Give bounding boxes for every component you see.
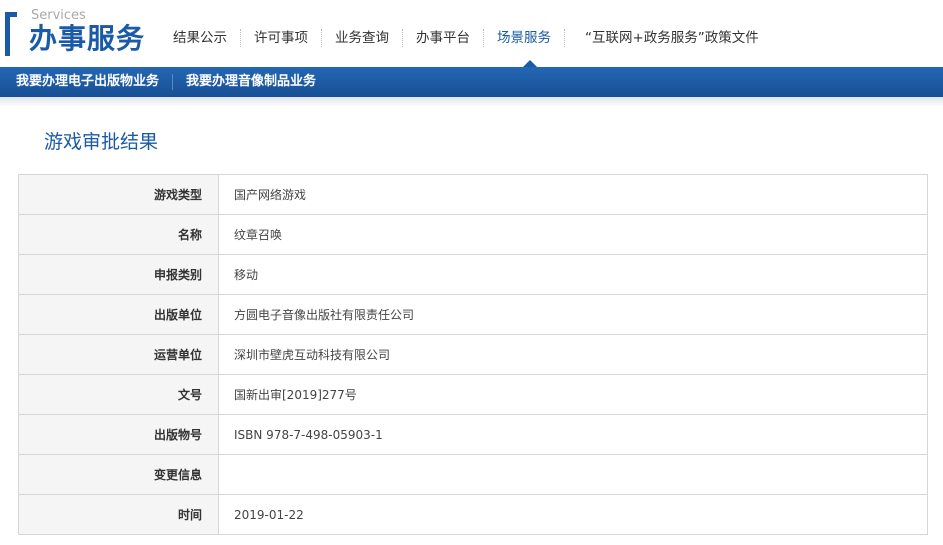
subbar-shadow	[0, 97, 943, 107]
row-label: 名称	[18, 214, 219, 255]
row-value: 方圆电子音像出版社有限责任公司	[218, 294, 928, 335]
main-nav: 结果公示 许可事项 业务查询 办事平台 场景服务 “互联网+政务服务”政策文件	[160, 27, 759, 49]
row-value: 2019-01-22	[218, 494, 928, 535]
nav-item-platform[interactable]: 办事平台	[403, 27, 483, 49]
subnav-electronic[interactable]: 我要办理电子出版物业务	[3, 67, 172, 97]
approval-details-table: 游戏类型 国产网络游戏 名称 纹章召唤 申报类别 移动 出版单位 方圆电子音像出版社有限责任公…	[18, 174, 928, 535]
row-label: 变更信息	[18, 454, 219, 495]
row-label: 出版物号	[18, 414, 219, 455]
row-label: 运营单位	[18, 334, 219, 375]
table-row: 时间 2019-01-22	[18, 494, 928, 535]
logo-bracket-icon	[5, 12, 17, 56]
page-title: 游戏审批结果	[44, 131, 159, 153]
nav-item-scenario[interactable]: 场景服务	[484, 27, 564, 49]
row-value: 国新出审[2019]277号	[218, 374, 928, 415]
row-label: 文号	[18, 374, 219, 415]
row-value: 移动	[218, 254, 928, 295]
site-header: Services 办事服务 结果公示 许可事项 业务查询 办事平台 场景服务 “…	[0, 0, 943, 68]
table-row: 变更信息	[18, 454, 928, 495]
subnav-audio-video[interactable]: 我要办理音像制品业务	[173, 67, 329, 97]
nav-item-query[interactable]: 业务查询	[322, 27, 402, 49]
row-value	[218, 454, 928, 495]
nav-item-licenses[interactable]: 许可事项	[241, 27, 321, 49]
nav-item-results[interactable]: 结果公示	[160, 27, 240, 49]
row-label: 游戏类型	[18, 174, 219, 215]
nav-divider	[564, 29, 565, 47]
table-row: 游戏类型 国产网络游戏	[18, 174, 928, 215]
table-row: 出版物号 ISBN 978-7-498-05903-1	[18, 414, 928, 455]
table-row: 申报类别 移动	[18, 254, 928, 295]
table-row: 文号 国新出审[2019]277号	[18, 374, 928, 415]
row-value: 国产网络游戏	[218, 174, 928, 215]
row-label: 出版单位	[18, 294, 219, 335]
logo-title[interactable]: 办事服务	[29, 22, 145, 56]
row-label: 申报类别	[18, 254, 219, 295]
row-value: ISBN 978-7-498-05903-1	[218, 414, 928, 455]
row-label: 时间	[18, 494, 219, 535]
table-row: 名称 纹章召唤	[18, 214, 928, 255]
sub-nav-bar: 我要办理电子出版物业务 我要办理音像制品业务	[0, 67, 943, 97]
row-value: 深圳市壁虎互动科技有限公司	[218, 334, 928, 375]
nav-item-policy[interactable]: “互联网+政务服务”政策文件	[585, 27, 759, 49]
row-value: 纹章召唤	[218, 214, 928, 255]
table-row: 运营单位 深圳市壁虎互动科技有限公司	[18, 334, 928, 375]
table-row: 出版单位 方圆电子音像出版社有限责任公司	[18, 294, 928, 335]
